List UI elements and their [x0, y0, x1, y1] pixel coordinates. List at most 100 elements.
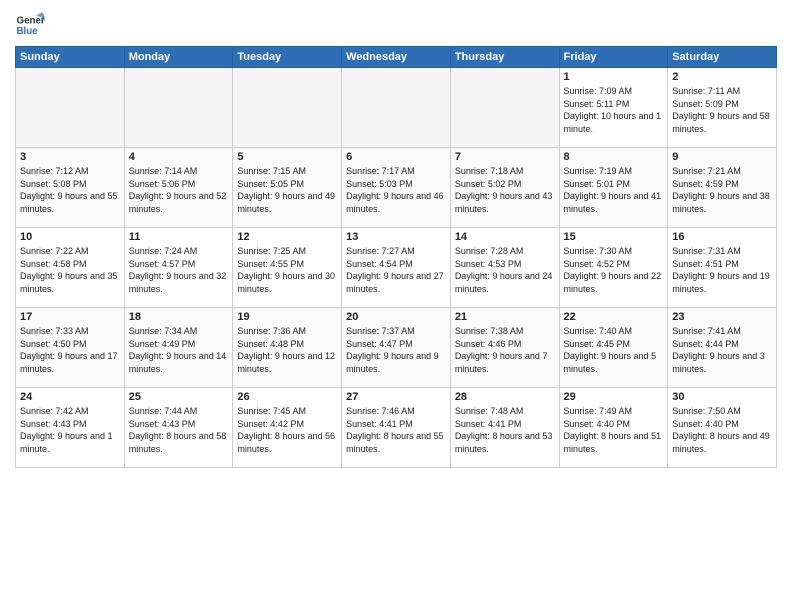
day-info: Sunrise: 7:21 AMSunset: 4:59 PMDaylight:… — [672, 165, 772, 215]
day-cell: 13 Sunrise: 7:27 AMSunset: 4:54 PMDayligh… — [342, 228, 451, 308]
day-info: Sunrise: 7:18 AMSunset: 5:02 PMDaylight:… — [455, 165, 555, 215]
day-cell: 12 Sunrise: 7:25 AMSunset: 4:55 PMDayligh… — [233, 228, 342, 308]
day-number: 1 — [564, 71, 664, 83]
day-cell — [342, 68, 451, 148]
day-cell — [450, 68, 559, 148]
day-cell: 23 Sunrise: 7:41 AMSunset: 4:44 PMDayligh… — [668, 308, 777, 388]
day-number: 20 — [346, 311, 446, 323]
day-info: Sunrise: 7:31 AMSunset: 4:51 PMDaylight:… — [672, 245, 772, 295]
col-header-wednesday: Wednesday — [342, 47, 451, 68]
day-cell — [124, 68, 233, 148]
day-info: Sunrise: 7:17 AMSunset: 5:03 PMDaylight:… — [346, 165, 446, 215]
day-number: 19 — [237, 311, 337, 323]
page: General Blue SundayMondayTuesdayWednesda… — [0, 0, 792, 612]
week-row-2: 3 Sunrise: 7:12 AMSunset: 5:08 PMDaylight… — [16, 148, 777, 228]
day-number: 23 — [672, 311, 772, 323]
day-number: 6 — [346, 151, 446, 163]
day-number: 17 — [20, 311, 120, 323]
day-number: 13 — [346, 231, 446, 243]
col-header-saturday: Saturday — [668, 47, 777, 68]
week-row-1: 1 Sunrise: 7:09 AMSunset: 5:11 PMDaylight… — [16, 68, 777, 148]
day-cell: 4 Sunrise: 7:14 AMSunset: 5:06 PMDaylight… — [124, 148, 233, 228]
day-info: Sunrise: 7:15 AMSunset: 5:05 PMDaylight:… — [237, 165, 337, 215]
logo-icon: General Blue — [15, 10, 45, 40]
day-cell: 20Sunrise: 7:37 AMSunset: 4:47 PMDayligh… — [342, 308, 451, 388]
day-cell: 17 Sunrise: 7:33 AMSunset: 4:50 PMDayligh… — [16, 308, 125, 388]
day-cell: 8 Sunrise: 7:19 AMSunset: 5:01 PMDaylight… — [559, 148, 668, 228]
day-info: Sunrise: 7:24 AMSunset: 4:57 PMDaylight:… — [129, 245, 229, 295]
day-cell: 2 Sunrise: 7:11 AMSunset: 5:09 PMDaylight… — [668, 68, 777, 148]
day-number: 5 — [237, 151, 337, 163]
day-info: Sunrise: 7:34 AMSunset: 4:49 PMDaylight:… — [129, 325, 229, 375]
week-row-5: 24Sunrise: 7:42 AMSunset: 4:43 PMDayligh… — [16, 388, 777, 468]
day-number: 3 — [20, 151, 120, 163]
day-cell: 24Sunrise: 7:42 AMSunset: 4:43 PMDayligh… — [16, 388, 125, 468]
day-number: 11 — [129, 231, 229, 243]
day-info: Sunrise: 7:36 AMSunset: 4:48 PMDaylight:… — [237, 325, 337, 375]
day-info: Sunrise: 7:46 AMSunset: 4:41 PMDaylight:… — [346, 405, 446, 455]
day-cell: 30 Sunrise: 7:50 AMSunset: 4:40 PMDayligh… — [668, 388, 777, 468]
day-number: 7 — [455, 151, 555, 163]
day-number: 27 — [346, 391, 446, 403]
day-info: Sunrise: 7:09 AMSunset: 5:11 PMDaylight:… — [564, 85, 664, 135]
day-cell: 14 Sunrise: 7:28 AMSunset: 4:53 PMDayligh… — [450, 228, 559, 308]
day-cell: 22Sunrise: 7:40 AMSunset: 4:45 PMDayligh… — [559, 308, 668, 388]
day-number: 14 — [455, 231, 555, 243]
calendar-table: SundayMondayTuesdayWednesdayThursdayFrid… — [15, 46, 777, 468]
day-info: Sunrise: 7:11 AMSunset: 5:09 PMDaylight:… — [672, 85, 772, 135]
day-cell: 3 Sunrise: 7:12 AMSunset: 5:08 PMDaylight… — [16, 148, 125, 228]
day-number: 9 — [672, 151, 772, 163]
day-number: 28 — [455, 391, 555, 403]
day-number: 2 — [672, 71, 772, 83]
col-header-monday: Monday — [124, 47, 233, 68]
day-number: 8 — [564, 151, 664, 163]
day-cell: 16 Sunrise: 7:31 AMSunset: 4:51 PMDayligh… — [668, 228, 777, 308]
day-info: Sunrise: 7:25 AMSunset: 4:55 PMDaylight:… — [237, 245, 337, 295]
day-cell: 11 Sunrise: 7:24 AMSunset: 4:57 PMDayligh… — [124, 228, 233, 308]
col-header-thursday: Thursday — [450, 47, 559, 68]
day-info: Sunrise: 7:33 AMSunset: 4:50 PMDaylight:… — [20, 325, 120, 375]
day-number: 30 — [672, 391, 772, 403]
day-number: 26 — [237, 391, 337, 403]
day-number: 18 — [129, 311, 229, 323]
day-number: 24 — [20, 391, 120, 403]
col-header-sunday: Sunday — [16, 47, 125, 68]
day-info: Sunrise: 7:44 AMSunset: 4:43 PMDaylight:… — [129, 405, 229, 455]
day-number: 29 — [564, 391, 664, 403]
day-number: 12 — [237, 231, 337, 243]
day-info: Sunrise: 7:12 AMSunset: 5:08 PMDaylight:… — [20, 165, 120, 215]
day-cell: 21Sunrise: 7:38 AMSunset: 4:46 PMDayligh… — [450, 308, 559, 388]
day-cell: 26 Sunrise: 7:45 AMSunset: 4:42 PMDayligh… — [233, 388, 342, 468]
day-cell: 15Sunrise: 7:30 AMSunset: 4:52 PMDayligh… — [559, 228, 668, 308]
day-cell: 29 Sunrise: 7:49 AMSunset: 4:40 PMDayligh… — [559, 388, 668, 468]
day-cell: 9 Sunrise: 7:21 AMSunset: 4:59 PMDaylight… — [668, 148, 777, 228]
day-cell — [16, 68, 125, 148]
day-info: Sunrise: 7:14 AMSunset: 5:06 PMDaylight:… — [129, 165, 229, 215]
day-cell: 5 Sunrise: 7:15 AMSunset: 5:05 PMDaylight… — [233, 148, 342, 228]
day-cell: 10Sunrise: 7:22 AMSunset: 4:58 PMDayligh… — [16, 228, 125, 308]
day-info: Sunrise: 7:45 AMSunset: 4:42 PMDaylight:… — [237, 405, 337, 455]
day-number: 25 — [129, 391, 229, 403]
day-cell: 18 Sunrise: 7:34 AMSunset: 4:49 PMDayligh… — [124, 308, 233, 388]
day-info: Sunrise: 7:28 AMSunset: 4:53 PMDaylight:… — [455, 245, 555, 295]
col-header-friday: Friday — [559, 47, 668, 68]
day-info: Sunrise: 7:22 AMSunset: 4:58 PMDaylight:… — [20, 245, 120, 295]
week-row-3: 10Sunrise: 7:22 AMSunset: 4:58 PMDayligh… — [16, 228, 777, 308]
day-info: Sunrise: 7:41 AMSunset: 4:44 PMDaylight:… — [672, 325, 772, 375]
day-info: Sunrise: 7:49 AMSunset: 4:40 PMDaylight:… — [564, 405, 664, 455]
day-number: 16 — [672, 231, 772, 243]
header: General Blue — [15, 10, 777, 40]
day-number: 15 — [564, 231, 664, 243]
day-cell: 25 Sunrise: 7:44 AMSunset: 4:43 PMDayligh… — [124, 388, 233, 468]
svg-text:General: General — [17, 16, 46, 27]
logo: General Blue — [15, 10, 45, 40]
day-cell: 1 Sunrise: 7:09 AMSunset: 5:11 PMDaylight… — [559, 68, 668, 148]
day-info: Sunrise: 7:19 AMSunset: 5:01 PMDaylight:… — [564, 165, 664, 215]
day-info: Sunrise: 7:38 AMSunset: 4:46 PMDaylight:… — [455, 325, 555, 375]
day-cell: 27 Sunrise: 7:46 AMSunset: 4:41 PMDayligh… — [342, 388, 451, 468]
day-info: Sunrise: 7:50 AMSunset: 4:40 PMDaylight:… — [672, 405, 772, 455]
day-cell: 7 Sunrise: 7:18 AMSunset: 5:02 PMDaylight… — [450, 148, 559, 228]
day-info: Sunrise: 7:27 AMSunset: 4:54 PMDaylight:… — [346, 245, 446, 295]
day-number: 4 — [129, 151, 229, 163]
day-cell: 28Sunrise: 7:48 AMSunset: 4:41 PMDayligh… — [450, 388, 559, 468]
